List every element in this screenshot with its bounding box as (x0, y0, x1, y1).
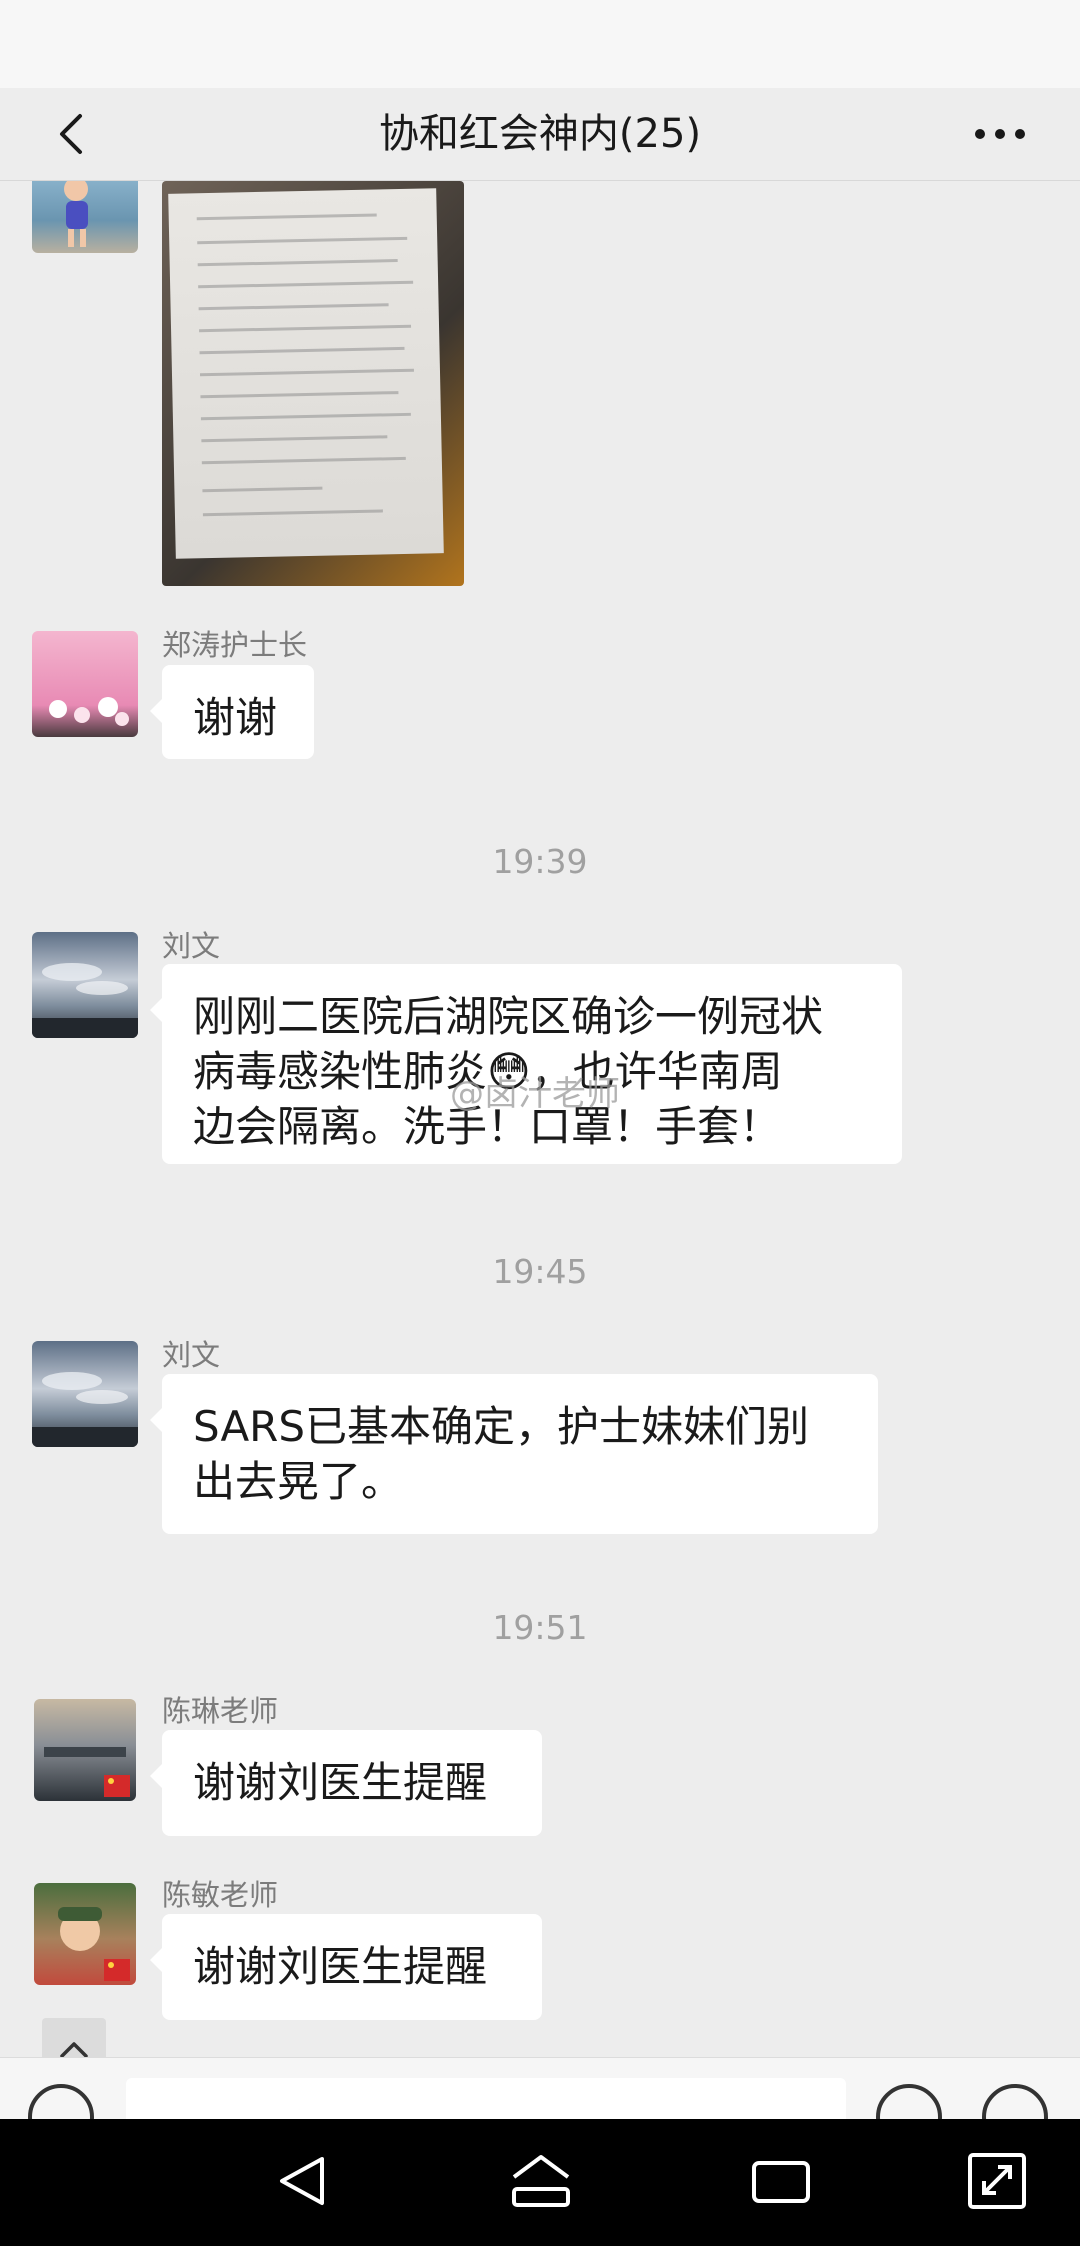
back-triangle-icon[interactable] (268, 2149, 338, 2213)
emoji-icon[interactable] (876, 2084, 942, 2120)
avatar[interactable] (32, 631, 138, 737)
flower-icon (49, 697, 129, 726)
document-photo (168, 188, 444, 559)
input-bar (0, 2057, 1080, 2120)
voice-icon[interactable] (28, 2084, 94, 2120)
avatar[interactable] (34, 1699, 136, 1801)
more-dots-icon[interactable] (970, 106, 1030, 162)
message-list[interactable]: 郑涛护士长 谢谢 19:39 刘文 刚刚二医院后湖院区确诊一例冠状 病毒感染性肺… (0, 181, 1080, 2061)
sender-name: 陈琳老师 (162, 1694, 279, 1728)
recent-apps-icon[interactable] (746, 2149, 816, 2213)
home-icon[interactable] (506, 2149, 576, 2213)
sender-name: 郑涛护士长 (162, 628, 308, 662)
avatar[interactable] (32, 1341, 138, 1447)
message-text: 谢谢刘医生提醒 (193, 1942, 488, 1991)
sender-name: 刘文 (162, 1338, 221, 1372)
child-figure-icon (64, 181, 88, 247)
child-photo-with-flag-icon (58, 1907, 130, 1981)
watermark: @卤汁老师 (450, 1074, 620, 1114)
message-bubble[interactable]: 谢谢 (150, 665, 314, 759)
plus-icon[interactable] (982, 2084, 1048, 2120)
status-bar (0, 0, 1080, 88)
screen-rotate-icon[interactable] (962, 2149, 1032, 2213)
avatar[interactable] (32, 181, 138, 253)
message-bubble[interactable]: SARS已基本确定，护士妹妹们别 出去晃了。 (150, 1374, 878, 1534)
cloud-sky-icon (32, 1372, 138, 1447)
message-bubble[interactable]: 谢谢刘医生提醒 (150, 1914, 542, 2020)
timestamp: 19:39 (492, 842, 588, 881)
message-image[interactable] (162, 181, 464, 586)
timestamp: 19:45 (492, 1252, 588, 1291)
chat-title: 协和红会神内(25) (378, 111, 702, 157)
cloud-sky-icon (32, 963, 138, 1038)
message-line: SARS已基本确定，护士妹妹们别 (193, 1402, 810, 1451)
message-text: 谢谢 (193, 693, 278, 742)
message-bubble[interactable]: 刚刚二医院后湖院区确诊一例冠状 病毒感染性肺炎😳，也许华南周 边会隔离。洗手！口… (150, 964, 902, 1164)
chat-header: 协和红会神内(25) (0, 88, 1080, 181)
message-input[interactable] (126, 2078, 846, 2120)
message-line: 刚刚二医院后湖院区确诊一例冠状 (193, 992, 824, 1041)
message-bubble[interactable]: 谢谢刘医生提醒 (150, 1730, 542, 1836)
message-text: 谢谢刘医生提醒 (193, 1758, 488, 1807)
photo-with-flag-icon (44, 1747, 130, 1797)
system-nav-bar (0, 2119, 1080, 2246)
sender-name: 刘文 (162, 929, 221, 963)
timestamp: 19:51 (492, 1608, 588, 1647)
avatar[interactable] (32, 932, 138, 1038)
message-line: 出去晃了。 (193, 1457, 404, 1506)
sender-name: 陈敏老师 (162, 1878, 279, 1912)
avatar[interactable] (34, 1883, 136, 1985)
